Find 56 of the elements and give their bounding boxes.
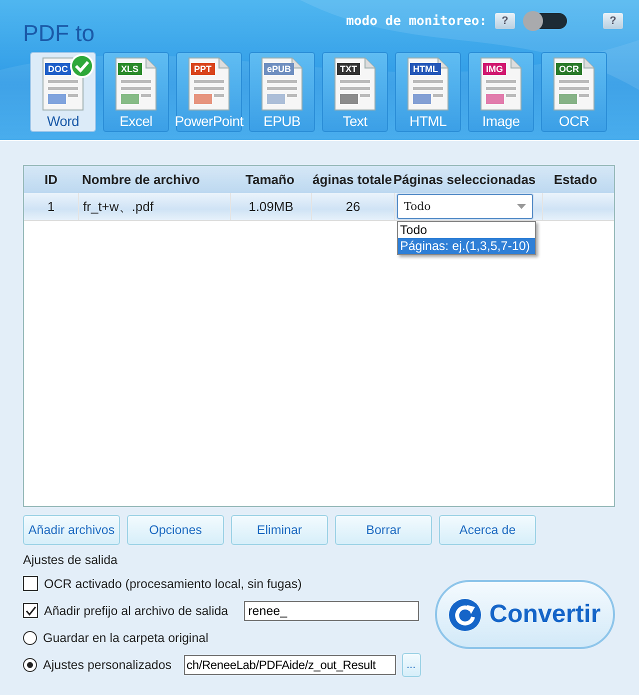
file-type-label: DOC [45,63,71,75]
column-header: ID [44,171,58,189]
column-header: Nombre de archivo [81,171,201,189]
format-tab[interactable]: TXT Text [322,52,388,132]
action-button[interactable]: Borrar [335,515,432,545]
help-button[interactable]: ? [495,13,515,29]
file-type-label: HTML [410,63,441,75]
file-type-label: PPT [191,63,215,75]
folder-path-field[interactable]: ch/ReneeLab/PDFAide/z_out_Result [184,654,396,674]
format-tab[interactable]: DOC Word [30,52,96,132]
checkbox[interactable] [23,603,38,618]
radio-button[interactable] [23,630,37,644]
section-label: Ajustes de salida [23,553,119,567]
format-tab[interactable]: PPT PowerPoint [176,52,242,132]
column-header: áginas totale [312,171,392,189]
format-tab[interactable]: OCR OCR [541,52,607,132]
check-icon [70,54,94,78]
file-type-label: ePUB [264,63,294,75]
option-label[interactable]: Guardar en la carpeta original [43,630,208,644]
toggle-switch[interactable] [525,13,567,29]
prefix-field[interactable]: renee_ [244,600,420,620]
app-title: PDF to [23,20,95,48]
table-cell: 1 [24,193,79,220]
refresh-icon [449,598,482,630]
format-tab[interactable]: HTML HTML [395,52,461,132]
column-header: Páginas seleccionadas [392,171,537,189]
file-type-label: TXT [337,63,360,75]
column-header: Tamaño [244,171,296,189]
monitor-label: modo de monitoreo: [346,14,487,28]
option-label[interactable]: Ajustes personalizados [43,658,172,672]
document-icon [479,56,523,112]
help-button[interactable]: ? [603,13,623,29]
pages-dropdown[interactable]: Todo [397,194,533,219]
convert-button[interactable]: Convertir [435,580,615,649]
option-label[interactable]: Añadir prefijo al archivo de salida [44,604,228,618]
format-tab[interactable]: XLS Excel [103,52,169,132]
file-type-label: IMG [483,63,506,75]
table-cell: 1.09MB [231,193,312,220]
table-cell: 26 [312,193,395,220]
option-label[interactable]: OCR activado (procesamiento local, sin fugas) [44,576,302,590]
action-button[interactable]: Eliminar [231,515,328,545]
action-button[interactable]: Añadir archivos [23,515,120,545]
action-button[interactable]: Acerca de [439,515,536,545]
format-tab[interactable]: ePUB EPUB [249,52,315,132]
caret-icon [517,204,526,209]
dropdown-option[interactable]: Todo [398,222,535,238]
radio-button[interactable] [23,658,37,672]
file-type-label: XLS [118,63,142,75]
dropdown-option[interactable]: Páginas: ej.(1,3,5,7-10) [398,238,535,254]
checkbox[interactable] [23,576,38,591]
column-header: Estado [552,171,598,189]
table-cell: fr_t+w、.pdf [79,193,231,220]
file-type-label: OCR [556,63,582,75]
browse-button[interactable]: ... [402,652,421,676]
format-tab[interactable]: IMG Image [468,52,534,132]
action-button[interactable]: Opciones [127,515,224,545]
